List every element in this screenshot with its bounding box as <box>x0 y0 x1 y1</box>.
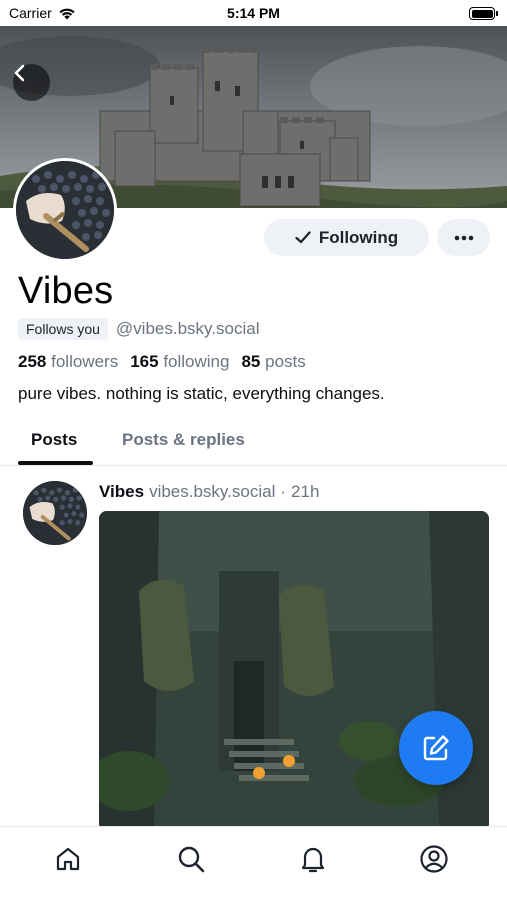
post-timestamp[interactable]: 21h <box>291 482 319 502</box>
profile-bio: pure vibes. nothing is static, everythin… <box>18 384 385 403</box>
search-icon <box>178 846 205 873</box>
followers-count: 258 <box>18 352 47 371</box>
more-options-button[interactable] <box>437 219 490 256</box>
bell-icon <box>301 847 325 873</box>
compose-button[interactable] <box>399 711 473 785</box>
check-icon <box>295 231 311 244</box>
compose-icon <box>423 735 449 761</box>
followers-stat[interactable]: 258 followers <box>18 352 118 372</box>
home-icon <box>56 847 80 871</box>
following-label: following <box>163 352 230 371</box>
nav-profile[interactable] <box>416 841 452 877</box>
ellipsis-icon <box>454 235 473 240</box>
profile-handle: @vibes.bsky.social <box>115 319 260 338</box>
posts-label: posts <box>265 352 306 371</box>
bottom-navigation <box>0 826 507 900</box>
follows-you-badge: Follows you <box>18 318 108 340</box>
nav-notifications[interactable] <box>295 841 331 877</box>
tab-posts-and-replies[interactable]: Posts & replies <box>122 430 245 450</box>
status-bar: Carrier 5:14 PM <box>0 0 507 26</box>
followers-label: followers <box>51 352 119 371</box>
following-stat[interactable]: 165 following <box>130 352 229 372</box>
tab-posts[interactable]: Posts <box>31 430 77 450</box>
nav-search[interactable] <box>173 841 209 877</box>
post-meta-separator: · <box>280 482 287 501</box>
post-author-name[interactable]: Vibes <box>99 482 144 502</box>
handle-row: Follows you @vibes.bsky.social <box>18 318 259 340</box>
battery-icon <box>469 7 498 20</box>
back-button[interactable] <box>13 64 50 101</box>
avatar-image <box>23 481 87 545</box>
avatar-image <box>16 161 114 259</box>
display-name: Vibes <box>18 270 114 312</box>
profile-icon <box>420 845 448 873</box>
post-author-avatar[interactable] <box>23 481 87 545</box>
chevron-left-icon <box>14 64 25 82</box>
following-count: 165 <box>130 352 159 371</box>
active-tab-indicator <box>18 461 93 465</box>
profile-tabs: Posts Posts & replies <box>0 418 507 466</box>
following-button-label: Following <box>318 227 399 247</box>
profile-avatar[interactable] <box>13 158 117 262</box>
nav-home[interactable] <box>50 841 86 877</box>
posts-stat: 85 posts <box>241 352 305 372</box>
post-header: Vibes vibes.bsky.social · 21h <box>99 482 319 502</box>
posts-count: 85 <box>241 352 261 371</box>
post-author-handle[interactable]: vibes.bsky.social <box>149 482 275 502</box>
following-button[interactable]: Following <box>264 219 429 256</box>
profile-stats: 258 followers 165 following 85 posts <box>18 352 306 372</box>
clock: 5:14 PM <box>227 5 280 21</box>
